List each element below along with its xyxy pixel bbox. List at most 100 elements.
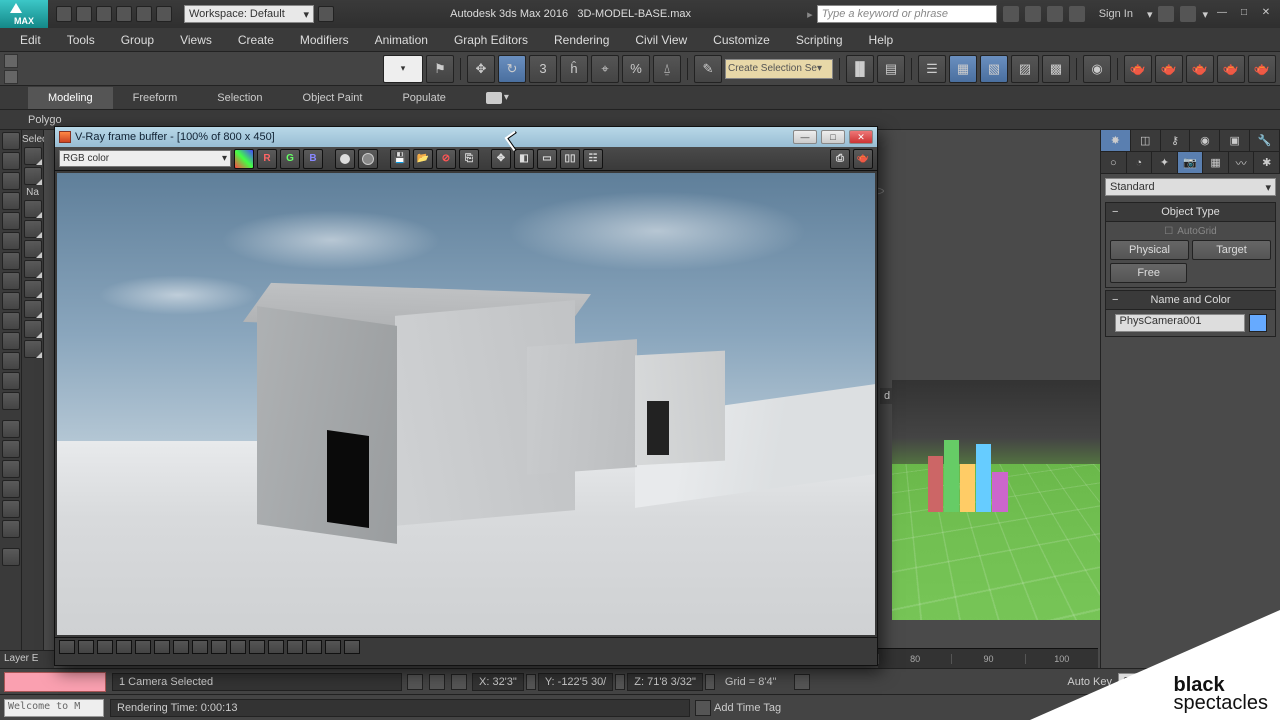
edit-named-sel-icon[interactable]: ✎ (694, 55, 722, 83)
menu-customize[interactable]: Customize (701, 29, 782, 51)
object-name-input[interactable]: PhysCamera001 (1115, 314, 1245, 332)
vfb-s14-icon[interactable] (306, 640, 322, 654)
vfb-s10-icon[interactable] (230, 640, 246, 654)
vfb-minimize-button[interactable]: — (793, 130, 817, 144)
ltool-11-icon[interactable] (2, 332, 20, 350)
ltool-18-icon[interactable] (2, 480, 20, 498)
app-logo[interactable]: MAX (0, 0, 48, 28)
vfb-s12-icon[interactable] (268, 640, 284, 654)
vfb-titlebar[interactable]: V-Ray frame buffer - [100% of 800 x 450]… (55, 127, 877, 147)
menu-rendering[interactable]: Rendering (542, 29, 621, 51)
mirror-icon[interactable]: ▐▌ (846, 55, 874, 83)
menu-views[interactable]: Views (168, 29, 224, 51)
workspace-menu-icon[interactable] (318, 6, 334, 22)
sub-systems-icon[interactable]: ✱ (1254, 152, 1280, 173)
render-iterative-icon[interactable]: 🫖 (1217, 55, 1245, 83)
vfb-blue-channel-button[interactable]: B (303, 149, 323, 169)
vfb-clear-icon[interactable]: ⊘ (436, 149, 456, 169)
help-icon[interactable] (1180, 6, 1196, 22)
l2tool-1-icon[interactable] (24, 147, 42, 165)
menu-scripting[interactable]: Scripting (784, 29, 855, 51)
vfb-s16-icon[interactable] (344, 640, 360, 654)
ltool-9-icon[interactable] (2, 292, 20, 310)
pin-icon[interactable] (407, 674, 423, 690)
ribbon-toggle-icon[interactable]: ▦ (949, 55, 977, 83)
qat-link-icon[interactable] (156, 6, 172, 22)
z-spinner[interactable] (705, 674, 715, 690)
vfb-print-icon[interactable]: ⎙ (830, 149, 850, 169)
ltool-3-icon[interactable] (2, 172, 20, 190)
qat-new-icon[interactable] (56, 6, 72, 22)
isolate-icon[interactable] (451, 674, 467, 690)
signin-link[interactable]: Sign In (1099, 8, 1133, 20)
qat-save-icon[interactable] (96, 6, 112, 22)
sub-shapes-icon[interactable]: ◔ (1127, 152, 1153, 173)
vfb-close-button[interactable]: ✕ (849, 130, 873, 144)
ltool-19-icon[interactable] (2, 500, 20, 518)
vfb-swatch-icon[interactable] (234, 149, 254, 169)
x-spinner[interactable] (526, 674, 536, 690)
coord-y[interactable]: Y: -122'5 30/ (538, 673, 613, 691)
free-camera-button[interactable]: Free (1110, 263, 1187, 283)
tab-utilities-icon[interactable]: 🔧 (1250, 130, 1280, 151)
l2tool-9-icon[interactable] (24, 320, 42, 338)
use-center-icon[interactable]: ⌖ (591, 55, 619, 83)
vfb-copy-icon[interactable]: ⎘ (459, 149, 479, 169)
spinner-snap-icon[interactable]: ⍙ (653, 55, 681, 83)
create-category-dropdown[interactable]: Standard▾ (1105, 178, 1276, 196)
render-frame-icon[interactable]: 🫖 (1124, 55, 1152, 83)
tab-hierarchy-icon[interactable]: ⚷ (1161, 130, 1191, 151)
vfb-history-icon[interactable]: ☷ (583, 149, 603, 169)
chevron-right-icon[interactable]: ▸ (807, 8, 813, 21)
vfb-s15-icon[interactable] (325, 640, 341, 654)
maxscript-listener[interactable]: Welcome to M (4, 699, 104, 717)
vfb-s8-icon[interactable] (192, 640, 208, 654)
menu-grapheditors[interactable]: Graph Editors (442, 29, 540, 51)
menu-modifiers[interactable]: Modifiers (288, 29, 361, 51)
ltool-8-icon[interactable] (2, 272, 20, 290)
sub-geometry-icon[interactable]: ○ (1101, 152, 1127, 173)
ltool-21-icon[interactable] (2, 548, 20, 566)
tab-create-icon[interactable]: ✸ (1101, 130, 1131, 151)
help-search-input[interactable]: Type a keyword or phrase (817, 5, 997, 23)
ltool-16-icon[interactable] (2, 440, 20, 458)
vfb-mono-icon[interactable] (335, 149, 355, 169)
render-last-icon[interactable]: 🫖 (1155, 55, 1183, 83)
workspace-dropdown[interactable]: Workspace: Default▾ (184, 5, 314, 23)
ltool-2-icon[interactable] (2, 152, 20, 170)
toggle-layer-explorer-icon[interactable] (4, 70, 18, 84)
vfb-s11-icon[interactable] (249, 640, 265, 654)
vfb-save-icon[interactable]: 💾 (390, 149, 410, 169)
maximize-button[interactable]: □ (1236, 7, 1252, 21)
coord-x[interactable]: X: 32'3" (472, 673, 524, 691)
menu-help[interactable]: Help (857, 29, 906, 51)
vfb-alpha-icon[interactable] (358, 149, 378, 169)
vfb-s4-icon[interactable] (116, 640, 132, 654)
render-production-icon[interactable]: 🫖 (1186, 55, 1214, 83)
ltool-7-icon[interactable] (2, 252, 20, 270)
l2tool-3-icon[interactable] (24, 200, 42, 218)
menu-tools[interactable]: Tools (55, 29, 107, 51)
tab-modify-icon[interactable]: ◫ (1131, 130, 1161, 151)
add-time-tag-button[interactable]: Add Time Tag (714, 702, 781, 714)
ltool-14-icon[interactable] (2, 392, 20, 410)
coord-z[interactable]: Z: 71'8 3/32" (627, 673, 703, 691)
vfb-s1-icon[interactable] (59, 640, 75, 654)
l2tool-8-icon[interactable] (24, 300, 42, 318)
vfb-maximize-button[interactable]: □ (821, 130, 845, 144)
object-color-swatch[interactable] (1249, 314, 1267, 332)
star-icon[interactable] (1047, 6, 1063, 22)
menu-group[interactable]: Group (109, 29, 166, 51)
rollout-object-type[interactable]: −Object Type (1105, 202, 1276, 222)
move-tool-icon[interactable]: ✥ (467, 55, 495, 83)
vfb-s5-icon[interactable] (135, 640, 151, 654)
ltool-17-icon[interactable] (2, 460, 20, 478)
ltool-12-icon[interactable] (2, 352, 20, 370)
vfb-s6-icon[interactable] (154, 640, 170, 654)
sub-helpers-icon[interactable]: ▦ (1203, 152, 1229, 173)
l2tool-10-icon[interactable] (24, 340, 42, 358)
ltool-4-icon[interactable] (2, 192, 20, 210)
physical-camera-button[interactable]: Physical (1110, 240, 1189, 260)
bookmark-icon[interactable]: ⚑ (426, 55, 454, 83)
scale-tool-icon[interactable]: 3 (529, 55, 557, 83)
